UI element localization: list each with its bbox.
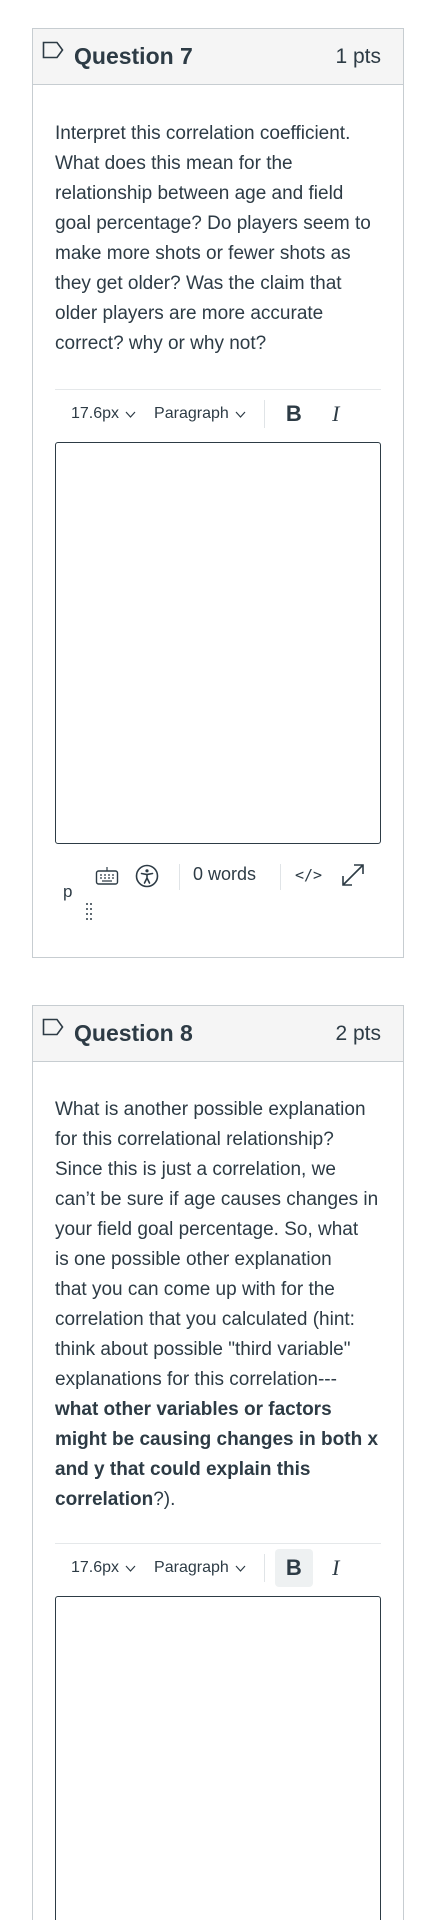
keyboard-icon[interactable] (95, 866, 119, 886)
question-text: What is another possible explanation for… (55, 1095, 381, 1515)
question-text-line: correlation that you calculated (hint: (55, 1309, 355, 1330)
block-format-select[interactable]: Paragraph (154, 1559, 246, 1577)
word-count: 0 words (193, 864, 257, 884)
accessibility-icon[interactable] (135, 864, 159, 888)
rich-text-editor[interactable] (55, 1596, 381, 1920)
quiz-page: Question 7 1 pts Interpret this correlat… (0, 0, 428, 1920)
question-8: Question 8 2 pts What is another possibl… (32, 1005, 404, 1920)
question-title: Question 8 (74, 1020, 193, 1046)
question-text-line: is one possible other explanation (55, 1249, 332, 1270)
bold-text: might be causing changes in both x (55, 1429, 379, 1450)
text-tail: ?). (153, 1489, 176, 1510)
question-points: 1 pts (335, 44, 381, 68)
font-size-value: 17.6px (71, 1559, 120, 1576)
bold-text: correlation (55, 1489, 154, 1510)
question-text-line: What does this mean for the (55, 153, 293, 174)
question-text-line: relationship between age and field (55, 183, 344, 204)
question-text-line: explanations for this correlation--- (55, 1369, 337, 1390)
bold-text: and y that could explain this (55, 1459, 311, 1480)
question-text-bold-line: might be causing changes in both x (55, 1425, 381, 1455)
question-header: Question 7 1 pts (33, 29, 403, 85)
question-text: Interpret this correlation coefficient. … (55, 119, 381, 359)
question-header: Question 8 2 pts (33, 1006, 403, 1062)
italic-button[interactable]: I (321, 395, 351, 433)
question-text-line: think about possible "third variable" (55, 1339, 351, 1360)
editor-toolbar: 17.6px Paragraph B I (55, 389, 381, 438)
bold-button[interactable]: B (274, 1549, 313, 1587)
font-size-select[interactable]: 17.6px (71, 405, 136, 423)
question-text-line: correct? why or why not? (55, 333, 267, 354)
chevron-down-icon (125, 1565, 136, 1572)
block-format-value: Paragraph (154, 405, 229, 422)
italic-button[interactable]: I (321, 1549, 351, 1587)
question-text-line: can’t be sure if age causes changes in (55, 1189, 379, 1210)
editor-statusbar: p 0 words </> (55, 852, 381, 962)
question-points: 2 pts (335, 1021, 381, 1045)
flag-icon[interactable] (42, 1018, 64, 1036)
question-text-line: make more shots or fewer shots as (55, 243, 351, 264)
question-text-line: What is another possible explanation (55, 1099, 366, 1120)
resize-handle-icon[interactable] (85, 902, 93, 924)
fullscreen-icon[interactable] (340, 862, 366, 888)
html-editor-toggle[interactable]: </> (295, 866, 322, 884)
question-text-line: your field goal percentage. So, what (55, 1219, 359, 1240)
question-7: Question 7 1 pts Interpret this correlat… (32, 28, 404, 958)
question-text-line: that you can come up with for the (55, 1279, 335, 1300)
block-format-select[interactable]: Paragraph (154, 405, 246, 423)
question-text-line: Since this is just a correlation, we (55, 1159, 336, 1180)
question-text-line: goal percentage? Do players seem to (55, 213, 371, 234)
question-text-line: for this correlational relationship? (55, 1129, 334, 1150)
bold-text: what other variables or factors (55, 1399, 332, 1420)
question-text-line: Interpret this correlation coefficient. (55, 123, 351, 144)
font-size-select[interactable]: 17.6px (71, 1559, 136, 1577)
font-size-value: 17.6px (71, 405, 120, 422)
chevron-down-icon (235, 411, 246, 418)
flag-icon[interactable] (42, 41, 64, 59)
question-text-bold-line: what other variables or factors (55, 1395, 381, 1425)
question-text-bold-line: and y that could explain this (55, 1455, 381, 1485)
toolbar-divider (263, 400, 265, 428)
editor-toolbar: 17.6px Paragraph B I (55, 1543, 381, 1592)
question-text-line: they get older? Was the claim that (55, 273, 342, 294)
question-title: Question 7 (74, 43, 193, 69)
statusbar-divider (179, 864, 180, 890)
question-text-line: older players are more accurate (55, 303, 324, 324)
question-text-line: correlation?). (55, 1485, 381, 1515)
statusbar-divider (280, 864, 281, 890)
chevron-down-icon (235, 1565, 246, 1572)
rich-text-editor[interactable] (55, 442, 381, 844)
chevron-down-icon (125, 411, 136, 418)
element-path[interactable]: p (63, 882, 72, 902)
block-format-value: Paragraph (154, 1559, 229, 1576)
bold-button[interactable]: B (275, 395, 313, 433)
toolbar-divider (263, 1554, 265, 1582)
